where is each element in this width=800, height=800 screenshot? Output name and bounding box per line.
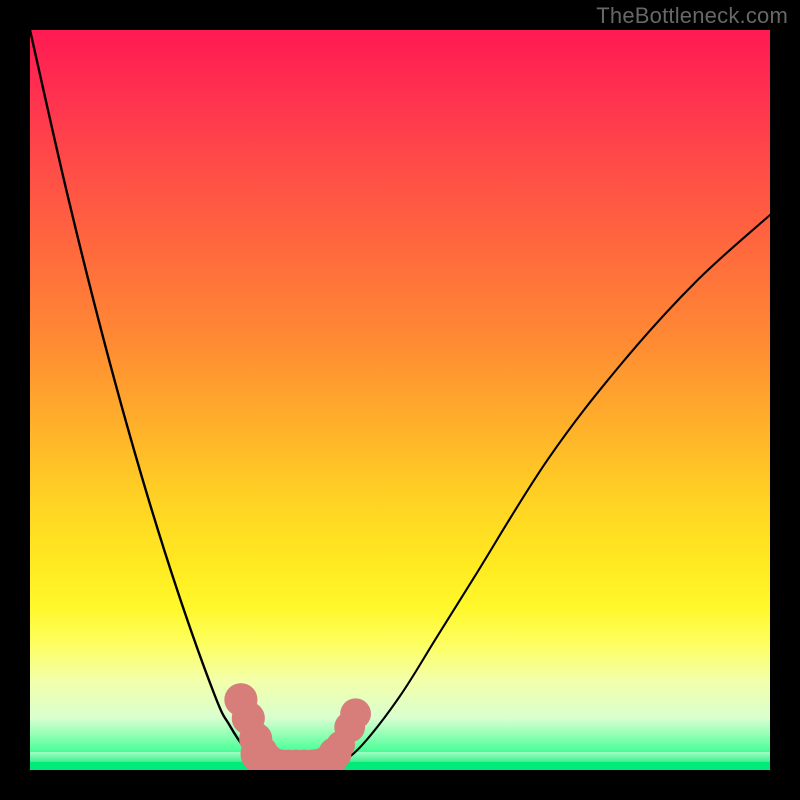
bottleneck-curve-right xyxy=(326,215,770,770)
marker-dot xyxy=(340,698,371,729)
chart-frame: TheBottleneck.com xyxy=(0,0,800,800)
watermark-text: TheBottleneck.com xyxy=(596,3,788,29)
plot-area xyxy=(30,30,770,770)
optimum-markers xyxy=(224,683,371,770)
curve-layer xyxy=(30,30,770,770)
bottleneck-curve-left xyxy=(30,30,282,770)
